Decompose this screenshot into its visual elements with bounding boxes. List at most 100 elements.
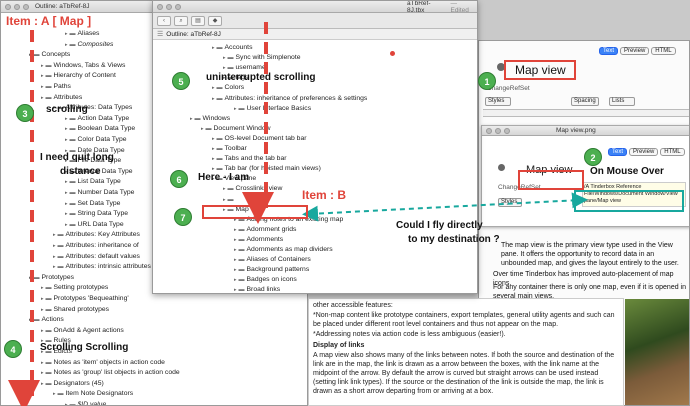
outline-row[interactable]: ▸ ▬ List Data Type: [65, 177, 121, 187]
disclosure-triangle-icon[interactable]: ▸: [234, 247, 237, 253]
search-icon[interactable]: ⌕: [174, 15, 188, 26]
spacing-select[interactable]: Spacing: [571, 97, 599, 106]
disclosure-triangle-icon[interactable]: ▸: [65, 137, 68, 143]
back-icon[interactable]: ‹: [157, 15, 171, 26]
outline-row[interactable]: ▸ ▬ Prototypes 'Bequeathing': [41, 294, 129, 304]
outline-row[interactable]: ▸ ▬ String Data Type: [65, 209, 128, 219]
outline-row[interactable]: ▸ ▬ Notes as 'item' objects in action code: [41, 358, 165, 368]
outline-row[interactable]: ▸ ▬ User Interface Basics: [234, 104, 311, 114]
outline-row[interactable]: ▸ ▬ Attributes: default values: [53, 252, 140, 262]
disclosure-triangle-icon[interactable]: ▸: [212, 136, 215, 142]
outline-row[interactable]: ▸ ▬ Sync with Simplenote: [223, 53, 301, 63]
disclosure-triangle-icon[interactable]: ▸: [41, 360, 44, 366]
disclosure-triangle-icon[interactable]: ▸: [53, 254, 56, 260]
outline-row[interactable]: ▸ ▬ Badges on icons: [234, 275, 297, 285]
outline-row[interactable]: ▸ ▬ Crosslinks view: [223, 184, 282, 194]
outline-row[interactable]: ▸ ▬ Set Data Type: [65, 199, 120, 209]
disclosure-triangle-icon[interactable]: ▸: [234, 267, 237, 273]
styles-select[interactable]: Styles: [485, 97, 511, 106]
disclosure-triangle-icon[interactable]: ▸: [212, 96, 215, 102]
outline-row[interactable]: ▸ ▬ Adornments as map dividers: [234, 245, 333, 255]
outline-row[interactable]: ▸ ▬ Windows, Tabs & Views: [41, 61, 125, 71]
outline-row[interactable]: ▸ ▬ Designators (45): [41, 379, 104, 389]
disclosure-triangle-icon[interactable]: ▸: [41, 73, 44, 79]
outline-row[interactable]: ▸ ▬ Hierarchy of Content: [41, 71, 116, 81]
outline-row[interactable]: ▸ ▬ Action Data Type: [65, 114, 129, 124]
disclosure-triangle-icon[interactable]: ▸: [41, 84, 44, 90]
popup-tab-preview[interactable]: Preview: [628, 148, 659, 156]
disclosure-triangle-icon[interactable]: ▸: [212, 156, 215, 162]
disclosure-triangle-icon[interactable]: ▸: [212, 146, 215, 152]
disclosure-triangle-icon[interactable]: ▸: [29, 317, 32, 323]
disclosure-triangle-icon[interactable]: ▸: [223, 186, 226, 192]
disclosure-triangle-icon[interactable]: ▸: [234, 287, 237, 293]
disclosure-triangle-icon[interactable]: ▸: [29, 52, 32, 58]
popup-tab-html[interactable]: HTML: [660, 148, 685, 156]
outline-row[interactable]: ▸ ▬ Colors: [212, 83, 244, 93]
disclosure-triangle-icon[interactable]: ▸: [65, 179, 68, 185]
tab-html[interactable]: HTML: [651, 47, 676, 55]
front-outline-list[interactable]: ▸ ▬ Accounts ▸ ▬ Sync with Simplenote ▸ ▬ userna…: [153, 41, 477, 293]
disclosure-triangle-icon[interactable]: ▸: [190, 116, 193, 122]
disclosure-triangle-icon[interactable]: ▸: [41, 307, 44, 313]
outline-row[interactable]: ▸ ▬ Notes as 'group' list objects in actio…: [41, 368, 180, 378]
popup-styles-select[interactable]: Styles: [498, 198, 522, 207]
outline-row[interactable]: ▸ ▬ OnAdd & Agent actions: [41, 326, 124, 336]
outline-row[interactable]: ▸ ▬ Concepts: [29, 50, 70, 60]
front-tab-title[interactable]: Outline: aTbRef-8J: [166, 31, 221, 38]
disclosure-triangle-icon[interactable]: ▸: [212, 85, 215, 91]
disclosure-triangle-icon[interactable]: ▸: [41, 63, 44, 69]
zoom-icon[interactable]: [175, 3, 181, 10]
view-icon[interactable]: ▤: [191, 15, 205, 26]
disclosure-triangle-icon[interactable]: ▸: [234, 277, 237, 283]
disclosure-triangle-icon[interactable]: ▸: [223, 197, 226, 203]
disclosure-triangle-icon[interactable]: ▸: [223, 65, 226, 71]
disclosure-triangle-icon[interactable]: ▸: [65, 116, 68, 122]
outline-row[interactable]: ▸ ▬ Aliases: [65, 29, 99, 39]
outline-row[interactable]: ▸ ▬ Boolean Data Type: [65, 124, 135, 134]
disclosure-triangle-icon[interactable]: ▸: [29, 275, 32, 281]
disclosure-triangle-icon[interactable]: ▸: [234, 106, 237, 112]
disclosure-triangle-icon[interactable]: ▸: [53, 391, 56, 397]
disclosure-triangle-icon[interactable]: ▸: [53, 243, 56, 249]
outline-row[interactable]: ▸ ▬ Attributes: inheritance of preferences…: [212, 94, 367, 104]
outline-row[interactable]: ▸ ▬ Composites: [65, 40, 113, 50]
outline-row[interactable]: ▸ ▬ Toolbar: [212, 144, 247, 154]
outline-row[interactable]: ▸ ▬ Adornments: [234, 235, 283, 245]
disclosure-triangle-icon[interactable]: ▸: [65, 201, 68, 207]
outline-row[interactable]: ▸ ▬: [223, 195, 236, 205]
outline-row[interactable]: ▸ ▬ Adornment grids: [234, 225, 296, 235]
disclosure-triangle-icon[interactable]: ▸: [65, 190, 68, 196]
outline-row[interactable]: ▸ ▬ Windows: [190, 114, 230, 124]
outline-row[interactable]: ▸ ▬ Broad links: [234, 285, 280, 293]
outline-row[interactable]: ▸ ▬ Attributes: Key Attributes: [53, 230, 140, 240]
outline-row[interactable]: ▸ ▬ Prototypes: [29, 273, 74, 283]
disclosure-triangle-icon[interactable]: ▸: [53, 264, 56, 270]
disclosure-triangle-icon[interactable]: ▸: [65, 126, 68, 132]
lists-select[interactable]: Lists: [609, 97, 635, 106]
outline-row[interactable]: ▸ ▬ Background patterns: [234, 265, 309, 275]
outline-row[interactable]: ▸ ▬ Setting prototypes: [41, 283, 108, 293]
close-icon[interactable]: [5, 3, 11, 10]
disclosure-triangle-icon[interactable]: ▸: [41, 296, 44, 302]
outline-row[interactable]: ▸ ▬ Attributes: inheritance of: [53, 241, 139, 251]
disclosure-triangle-icon[interactable]: ▸: [201, 126, 204, 132]
outline-row[interactable]: ▸ ▬ Color Data Type: [65, 135, 127, 145]
outline-row[interactable]: ▸ ▬ $ID value: [65, 400, 106, 405]
disclosure-triangle-icon[interactable]: ▸: [65, 31, 68, 37]
minimize-icon[interactable]: [166, 3, 172, 10]
close-icon[interactable]: [157, 3, 163, 10]
disclosure-triangle-icon[interactable]: ▸: [41, 370, 44, 376]
outline-row[interactable]: ▸ ▬ Item Note Designators: [53, 389, 133, 399]
outline-row[interactable]: ▸ ▬ Tabs and the tab bar: [212, 154, 287, 164]
outline-row[interactable]: ▸ ▬ Aliases of Containers: [234, 255, 311, 265]
popup-tab-text[interactable]: Text: [608, 148, 628, 156]
disclosure-triangle-icon[interactable]: ▸: [223, 55, 226, 61]
disclosure-triangle-icon[interactable]: ▸: [234, 227, 237, 233]
tab-preview[interactable]: Preview: [619, 47, 650, 55]
outline-row[interactable]: ▸ ▬ Shared prototypes: [41, 305, 109, 315]
zoom-icon[interactable]: [23, 3, 29, 10]
outline-row[interactable]: ▸ ▬ Paths: [41, 82, 71, 92]
disclosure-triangle-icon[interactable]: ▸: [41, 328, 44, 334]
disclosure-triangle-icon[interactable]: ▸: [53, 232, 56, 238]
